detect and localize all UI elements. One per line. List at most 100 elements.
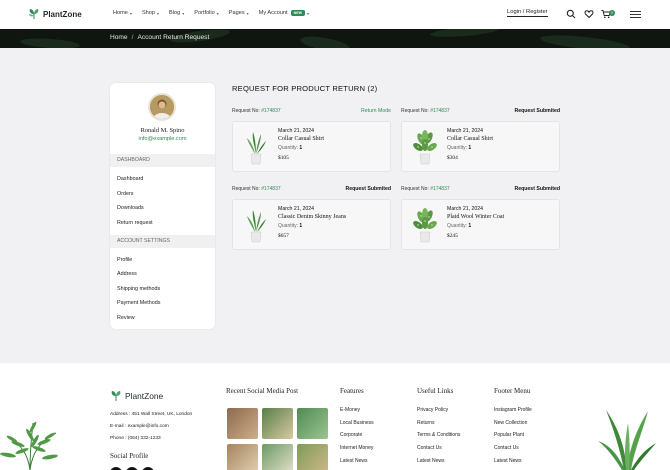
footer-link[interactable]: Contact Us [494, 445, 519, 451]
footer-phone[interactable]: Phone : (064) 332-1233 [110, 436, 161, 441]
nav-portfolio[interactable]: Portfolio ▾ [194, 10, 219, 16]
search-icon[interactable] [566, 9, 576, 19]
login-register-link[interactable]: Login / Register [507, 9, 548, 17]
product-name[interactable]: Classic Denim Skinny Jeans [278, 214, 346, 220]
quantity-label: Quantity: [278, 223, 299, 229]
product-name[interactable]: Collar Casual Shirt [447, 136, 493, 142]
footer-logo[interactable]: PlantZone [110, 390, 163, 402]
quantity-label: Quantity: [447, 223, 468, 229]
social-posts-heading: Recent Social Media Post [226, 387, 299, 395]
product-name[interactable]: Collar Casual Shirt [278, 136, 324, 142]
logo-text: PlantZone [43, 9, 82, 19]
product-quantity: Quantity: 1 [278, 145, 302, 151]
nav-pages[interactable]: Pages ▾ [229, 10, 249, 16]
footer-link[interactable]: Instagram Profile [494, 407, 532, 413]
social-profile-heading: Social Profile [110, 452, 149, 460]
footer-link[interactable]: E-Money [340, 407, 360, 413]
footer-link[interactable]: New Collection [494, 420, 527, 426]
footer-address: Address : 451 Wall Street, UK, London [110, 412, 193, 417]
social-post-thumbnail[interactable] [297, 444, 328, 470]
sidebar-item-return-request[interactable]: Return request [117, 220, 153, 226]
nav-home[interactable]: Home ▾ [113, 10, 132, 16]
request-number: Request No: #174837 [232, 108, 281, 114]
footer-link[interactable]: Terms & Conditions [417, 432, 460, 438]
sidebar-item-downloads[interactable]: Downloads [117, 205, 144, 211]
footer-link[interactable]: Popular Plant [494, 432, 524, 438]
main-nav: Home ▾ Shop ▾ Blog ▾ Portfolio ▾ Pages ▾ My A… [113, 10, 319, 16]
sidebar-item-payment-methods[interactable]: Payment Methods [117, 300, 160, 306]
nav-shop[interactable]: Shop ▾ [142, 10, 159, 16]
return-request-card[interactable]: March 21, 2024 Collar Casual Shirt Quant… [401, 121, 560, 172]
leaf-logo-icon [111, 391, 121, 401]
account-settings-heading: ACCOUNT SETTINGS [110, 235, 215, 248]
social-post-thumbnail[interactable] [227, 444, 258, 470]
request-id[interactable]: #174837 [430, 186, 449, 192]
nav-blog-label: Blog [169, 10, 181, 16]
social-post-thumbnail[interactable] [227, 408, 258, 439]
sidebar-item-orders[interactable]: Orders [117, 191, 133, 197]
return-request-card[interactable]: March 21, 2024 Collar Casual Shirt Quant… [232, 121, 391, 172]
product-price: $245 [447, 233, 458, 239]
new-badge: NEW [290, 10, 305, 16]
nav-home-label: Home [113, 10, 128, 16]
footer-link[interactable]: Latest News [417, 458, 445, 464]
nav-shop-label: Shop [141, 10, 156, 16]
footer-link[interactable]: Privacy Policy [417, 407, 448, 413]
nav-my-account[interactable]: My Account NEW ▾ [259, 10, 309, 16]
menu-icon[interactable] [630, 11, 641, 20]
snake-plant-image [247, 210, 266, 243]
avatar [148, 93, 176, 121]
nav-portfolio-label: Portfolio [194, 10, 215, 16]
social-post-thumbnail[interactable] [262, 408, 293, 439]
request-status: Request Submited [514, 108, 560, 114]
footer-link[interactable]: Returns [417, 420, 435, 426]
sidebar-item-review[interactable]: Review [117, 315, 135, 321]
footer-link[interactable]: Corporate [340, 432, 362, 438]
footer-link[interactable]: Contact Us [417, 445, 442, 451]
spotted-plant-image [413, 208, 437, 243]
nav-pages-label: Pages [228, 10, 245, 16]
logo[interactable]: PlantZone [28, 8, 82, 20]
request-status: Request Submited [345, 186, 391, 192]
sidebar-item-address[interactable]: Address [117, 271, 137, 277]
nav-blog[interactable]: Blog ▾ [169, 10, 184, 16]
page-title: REQUEST FOR PRODUCT RETURN (2) [232, 84, 378, 93]
request-id[interactable]: #174837 [430, 108, 449, 114]
decorative-plant-left-image [0, 421, 58, 470]
breadcrumb: Home / Account Return Request [110, 34, 209, 41]
request-number: Request No: #174837 [401, 108, 450, 114]
sidebar-item-profile[interactable]: Profile [117, 257, 132, 263]
decorative-plant-right-image [598, 410, 656, 470]
footer-link[interactable]: Latest News [340, 458, 368, 464]
request-number: Request No: #174837 [401, 186, 450, 192]
quantity-label: Quantity: [447, 145, 468, 151]
leaf-logo-icon [29, 9, 39, 19]
return-request-card[interactable]: March 21, 2024 Classic Denim Skinny Jean… [232, 199, 391, 250]
sidebar-item-dashboard[interactable]: Dashboard [117, 176, 143, 182]
request-id[interactable]: #174837 [261, 108, 280, 114]
sidebar-item-shipping-methods[interactable]: Shipping methods [117, 286, 160, 292]
user-email[interactable]: info@example.com [110, 136, 215, 142]
footer-email[interactable]: E-mail : example@info.com [110, 424, 169, 429]
product-name[interactable]: Plaid Wool Winter Coat [447, 214, 504, 220]
social-post-thumbnail[interactable] [297, 408, 328, 439]
chevron-down-icon: ▾ [182, 10, 185, 16]
request-date: March 21, 2024 [278, 128, 315, 134]
nav-my-account-label: My Account [258, 10, 288, 16]
footer-link[interactable]: Internet Money [340, 445, 373, 451]
breadcrumb-banner: Home / Account Return Request [0, 29, 670, 48]
return-request-card[interactable]: March 21, 2024 Plaid Wool Winter Coat Qu… [401, 199, 560, 250]
chevron-down-icon: ▾ [216, 10, 219, 16]
snake-plant-image [247, 132, 266, 165]
request-id[interactable]: #174837 [261, 186, 280, 192]
chevron-down-icon: ▾ [129, 10, 132, 16]
heart-icon[interactable] [584, 9, 594, 19]
chevron-down-icon: ▾ [157, 10, 160, 16]
request-date: March 21, 2024 [447, 128, 484, 134]
footer-link[interactable]: Local Business [340, 420, 374, 426]
social-post-thumbnail[interactable] [262, 444, 293, 470]
footer-link[interactable]: Latest News [494, 458, 522, 464]
breadcrumb-home[interactable]: Home [110, 34, 128, 41]
quantity-value: 1 [299, 223, 303, 229]
request-status: Request Submited [514, 186, 560, 192]
